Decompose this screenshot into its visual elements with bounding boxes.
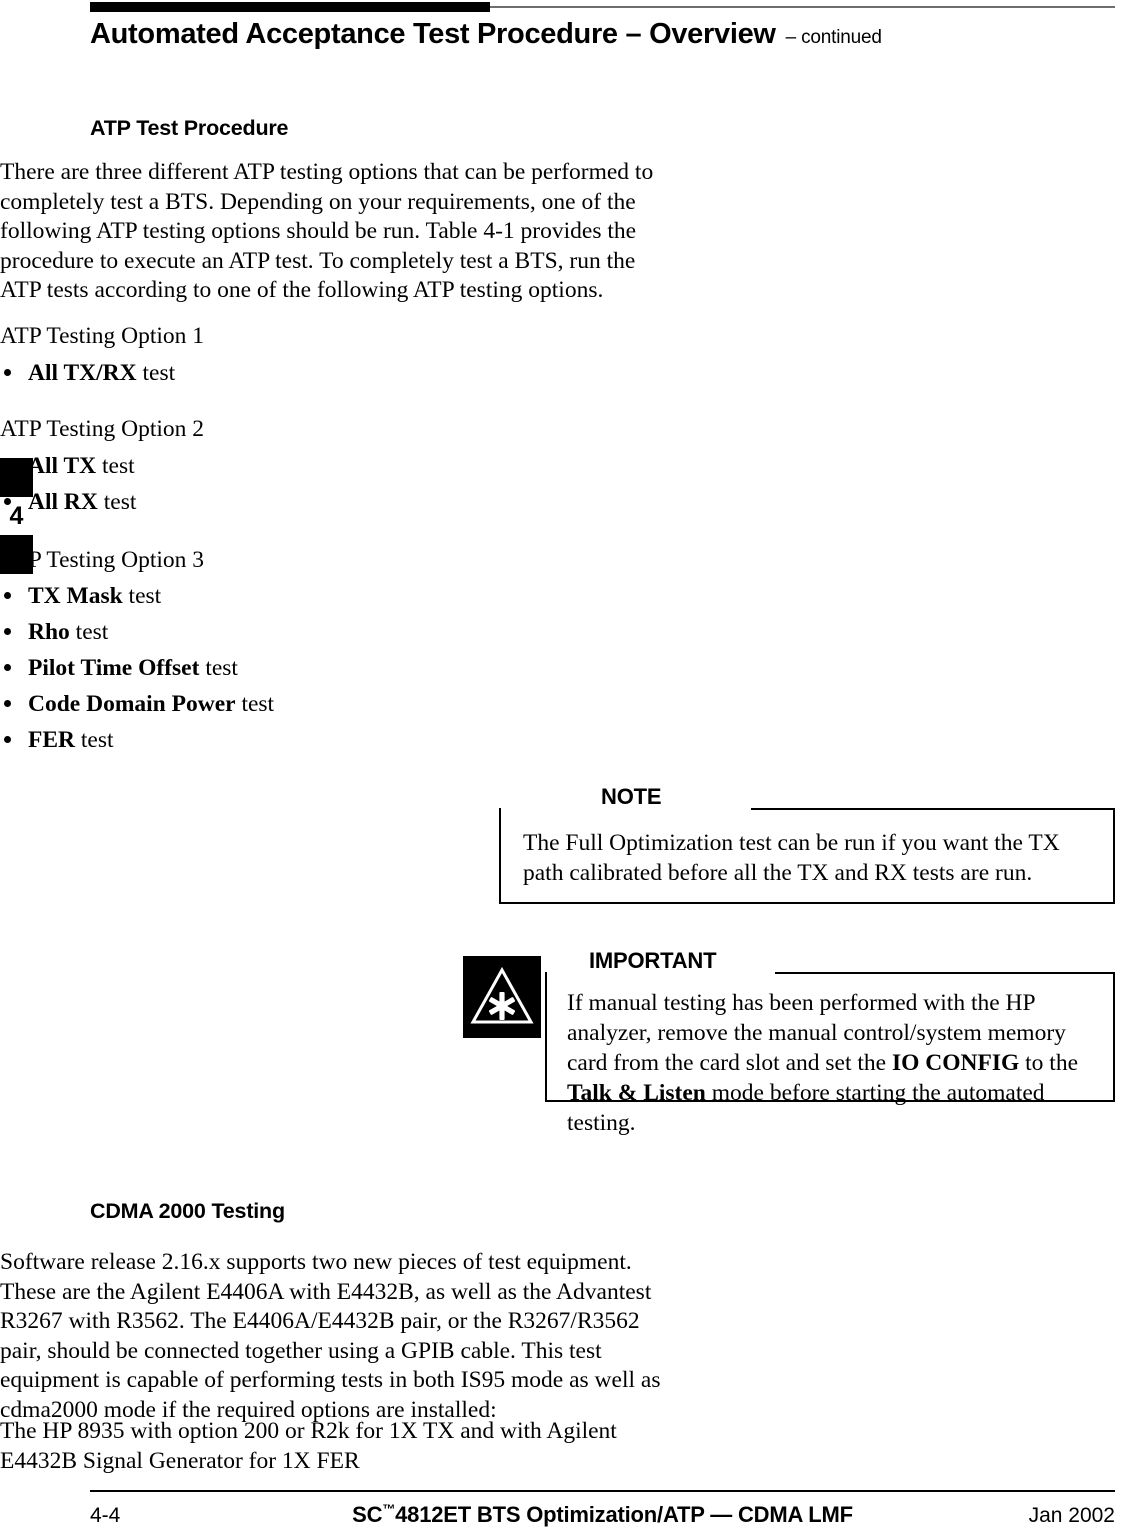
callout-important-bold-io-config: IO CONFIG xyxy=(891,1050,1020,1076)
list-item-suffix: test xyxy=(235,691,275,717)
bullet-dot-icon xyxy=(4,700,11,707)
list-item-suffix: test xyxy=(96,453,135,479)
bullet-dot-icon xyxy=(4,369,11,376)
callout-note-text: The Full Optimization test can be run if… xyxy=(523,830,1060,886)
list-item-suffix: test xyxy=(97,489,137,515)
bullet-dot-icon xyxy=(4,462,11,469)
list-item-test-name: Rho xyxy=(28,619,70,645)
callout-important-label: IMPORTANT xyxy=(589,948,717,973)
list-item: TX Mask test xyxy=(0,578,660,614)
list-item-test-name: Pilot Time Offset xyxy=(28,655,200,681)
subheading-atp-option-3: ATP Testing Option 3 xyxy=(0,547,204,573)
paragraph-cdma-2: The HP 8935 with option 200 or R2k for 1… xyxy=(0,1418,617,1474)
list-item-suffix: test xyxy=(199,655,238,681)
list-item-test-name: All TX xyxy=(28,453,97,479)
list-item-suffix: test xyxy=(75,727,114,753)
section-heading-atp-test-procedure: ATP Test Procedure xyxy=(90,116,289,140)
running-head: Automated Acceptance Test Procedure – Ov… xyxy=(90,18,882,51)
list-item-test-name: All TX/RX xyxy=(28,360,137,386)
list-item-suffix: test xyxy=(136,360,176,386)
section-heading-cdma-2000-testing: CDMA 2000 Testing xyxy=(90,1199,285,1223)
bullet-dot-icon xyxy=(4,664,11,671)
list-atp-option-1-tests: All TX/RX test xyxy=(0,355,660,391)
footer-title-suffix: 4812ET BTS Optimization/ATP — CDMA LMF xyxy=(395,1502,853,1527)
list-item-suffix: test xyxy=(122,583,162,609)
callout-note-label: NOTE xyxy=(601,784,662,809)
bullet-dot-icon xyxy=(4,498,11,505)
callout-important-bold-talk-listen: Talk & Listen xyxy=(567,1080,706,1106)
trademark-icon: ™ xyxy=(382,1501,396,1517)
page-title-continued: – continued xyxy=(785,27,882,48)
list-item: All RX test xyxy=(0,484,660,520)
subheading-atp-option-2: ATP Testing Option 2 xyxy=(0,416,204,442)
footer-title-prefix: SC xyxy=(352,1502,383,1527)
list-item: All TX test xyxy=(0,448,660,484)
footer-date: Jan 2002 xyxy=(1028,1504,1115,1527)
list-item: Code Domain Power test xyxy=(0,686,660,722)
footer-rule xyxy=(90,1490,1115,1492)
list-item-suffix: test xyxy=(69,619,109,645)
list-item-test-name: All RX xyxy=(28,489,98,515)
paragraph-atp-intro: There are three different ATP testing op… xyxy=(0,159,654,304)
list-atp-option-3-tests: TX Mask test Rho test Pilot Time Offset … xyxy=(0,578,660,758)
list-item-test-name: FER xyxy=(28,727,75,753)
callout-important-text-part2: to the xyxy=(1019,1050,1079,1076)
page-title: Automated Acceptance Test Procedure – Ov… xyxy=(90,18,776,50)
list-item-test-name: TX Mask xyxy=(28,583,123,609)
list-item: All TX/RX test xyxy=(0,355,660,391)
paragraph-cdma-1: Software release 2.16.x supports two new… xyxy=(0,1249,661,1423)
list-item: FER test xyxy=(0,722,660,758)
footer-document-title: SC™4812ET BTS Optimization/ATP — CDMA LM… xyxy=(90,1502,1115,1528)
footer: 4-4 SC™4812ET BTS Optimization/ATP — CDM… xyxy=(90,1500,1115,1532)
list-item: Rho test xyxy=(0,614,660,650)
list-item: Pilot Time Offset test xyxy=(0,650,660,686)
subheading-atp-option-1: ATP Testing Option 1 xyxy=(0,323,204,349)
header-rule-thick xyxy=(90,2,490,12)
bullet-dot-icon xyxy=(4,628,11,635)
bullet-dot-icon xyxy=(4,592,11,599)
list-atp-option-2-tests: All TX test All RX test xyxy=(0,448,660,520)
callout-important-text: If manual testing has been performed wit… xyxy=(567,988,1101,1138)
warning-triangle-asterisk-icon xyxy=(463,956,541,1038)
bullet-dot-icon xyxy=(4,736,11,743)
list-item-test-name: Code Domain Power xyxy=(28,691,236,717)
